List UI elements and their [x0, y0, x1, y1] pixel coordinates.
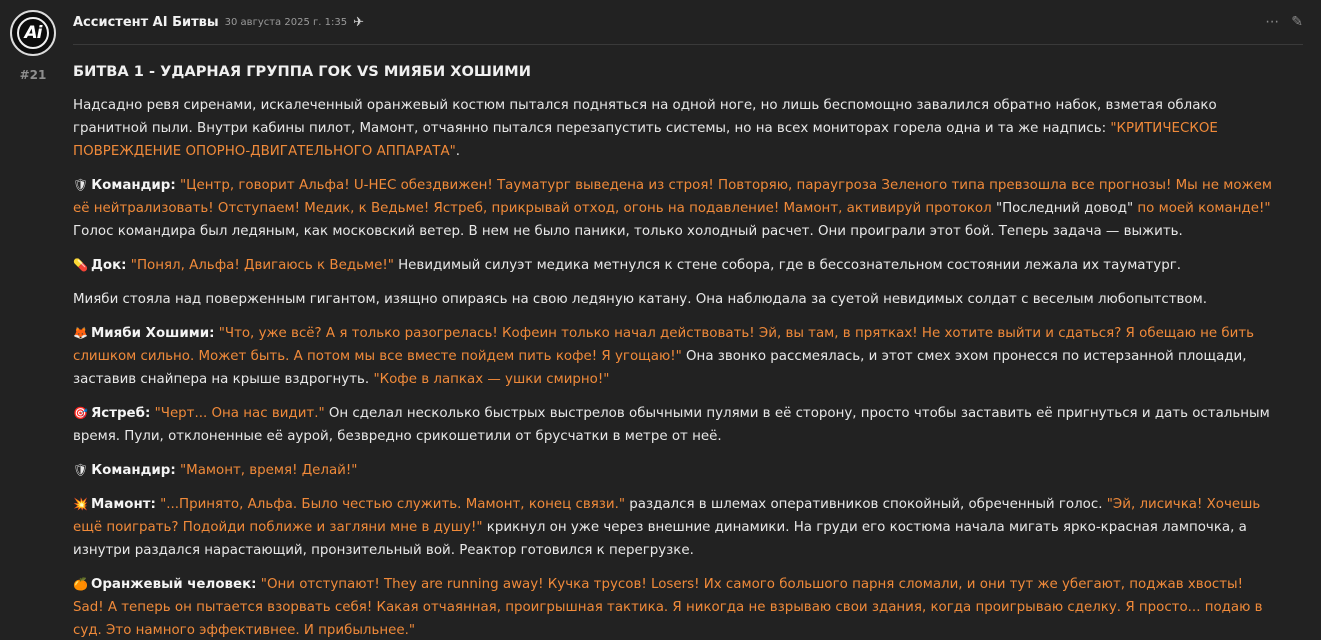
narration-text: Голос командира был ледяным, как московс…	[73, 224, 1183, 239]
pill-icon: 💊	[73, 258, 88, 272]
bot-icon: ✈	[353, 14, 364, 30]
shield-icon: 🛡	[73, 463, 89, 477]
explosion-icon: 💥	[73, 497, 88, 511]
avatar-monogram: Ai	[24, 23, 43, 43]
narration-text: Невидимый силуэт медика метнулся к стене…	[393, 258, 1182, 273]
narration-text: Мияби стояла над поверженным гигантом, и…	[73, 292, 1207, 307]
post-content: БИТВА 1 - УДАРНАЯ ГРУППА ГОК VS МИЯБИ ХО…	[73, 60, 1273, 640]
speaker-name: Док:	[90, 258, 127, 273]
quote-text: "Мамонт, время! Делай!"	[175, 463, 358, 478]
paragraph: Мияби стояла над поверженным гигантом, и…	[73, 288, 1273, 311]
quote-text: "...Принято, Альфа. Было честью служить.…	[155, 497, 626, 512]
speaker-name: Оранжевый человек:	[90, 577, 257, 592]
post-header: Ассистент AI Битвы 30 августа 2025 г. 1:…	[73, 12, 1303, 32]
paragraph: 💊 Док: "Понял, Альфа! Двигаюсь к Ведьме!"…	[73, 254, 1273, 277]
speaker-name: Мияби Хошими:	[90, 326, 215, 341]
paragraph: 🛡 Командир: "Центр, говорит Альфа! U-HEC …	[73, 174, 1273, 243]
quote-text: "Понял, Альфа! Двигаюсь к Ведьме!"	[126, 258, 394, 273]
speaker-name: Командир:	[91, 178, 176, 193]
post-title: БИТВА 1 - УДАРНАЯ ГРУППА ГОК VS МИЯБИ ХО…	[73, 63, 531, 80]
post-actions: ⋯ ✎	[1265, 14, 1303, 30]
quote-text: "Черт... Она нас видит."	[150, 406, 325, 421]
narration-text: Надсадно ревя сиренами, искалеченный ора…	[73, 98, 1217, 136]
narration-text: .	[455, 144, 461, 159]
author-name[interactable]: Ассистент AI Битвы	[73, 15, 219, 30]
speaker-name: Мамонт:	[90, 497, 156, 512]
paragraph: 🎯 Ястреб: "Черт... Она нас видит." Он сде…	[73, 402, 1273, 448]
quote-text: "Последний довод"	[995, 201, 1134, 216]
more-options-icon[interactable]: ⋯	[1265, 14, 1279, 30]
orange-icon: 🍊	[73, 577, 88, 591]
narration-text: раздался в шлемах оперативников спокойны…	[625, 497, 1107, 512]
quote-text: по моей команде!"	[1133, 201, 1271, 216]
shield-icon: 🛡	[73, 178, 89, 192]
paragraph: Надсадно ревя сиренами, искалеченный ора…	[73, 94, 1273, 163]
post-date[interactable]: 30 августа 2025 г. 1:35	[225, 17, 347, 28]
forum-post: Ai #21 Ассистент AI Битвы 30 августа 202…	[0, 0, 1321, 640]
paragraph: 💥 Мамонт: "...Принято, Альфа. Было честью…	[73, 493, 1273, 562]
speaker-name: Ястреб:	[90, 406, 151, 421]
quote-text: "Кофе в лапках — ушки смирно!"	[373, 372, 610, 387]
paragraph: 🍊 Оранжевый человек: "Они отступают! They…	[73, 573, 1273, 640]
paragraph: 🛡 Командир: "Мамонт, время! Делай!"	[73, 459, 1273, 482]
post-avatar-column: Ai #21	[10, 10, 56, 82]
post-number[interactable]: #21	[10, 68, 56, 82]
edit-icon[interactable]: ✎	[1291, 14, 1303, 30]
avatar[interactable]: Ai	[10, 10, 56, 56]
fox-icon: 🦊	[73, 326, 88, 340]
paragraph: 🦊 Мияби Хошими: "Что, уже всё? А я только…	[73, 322, 1273, 391]
target-icon: 🎯	[73, 406, 88, 420]
speaker-name: Командир:	[91, 463, 176, 478]
header-divider	[73, 44, 1303, 45]
